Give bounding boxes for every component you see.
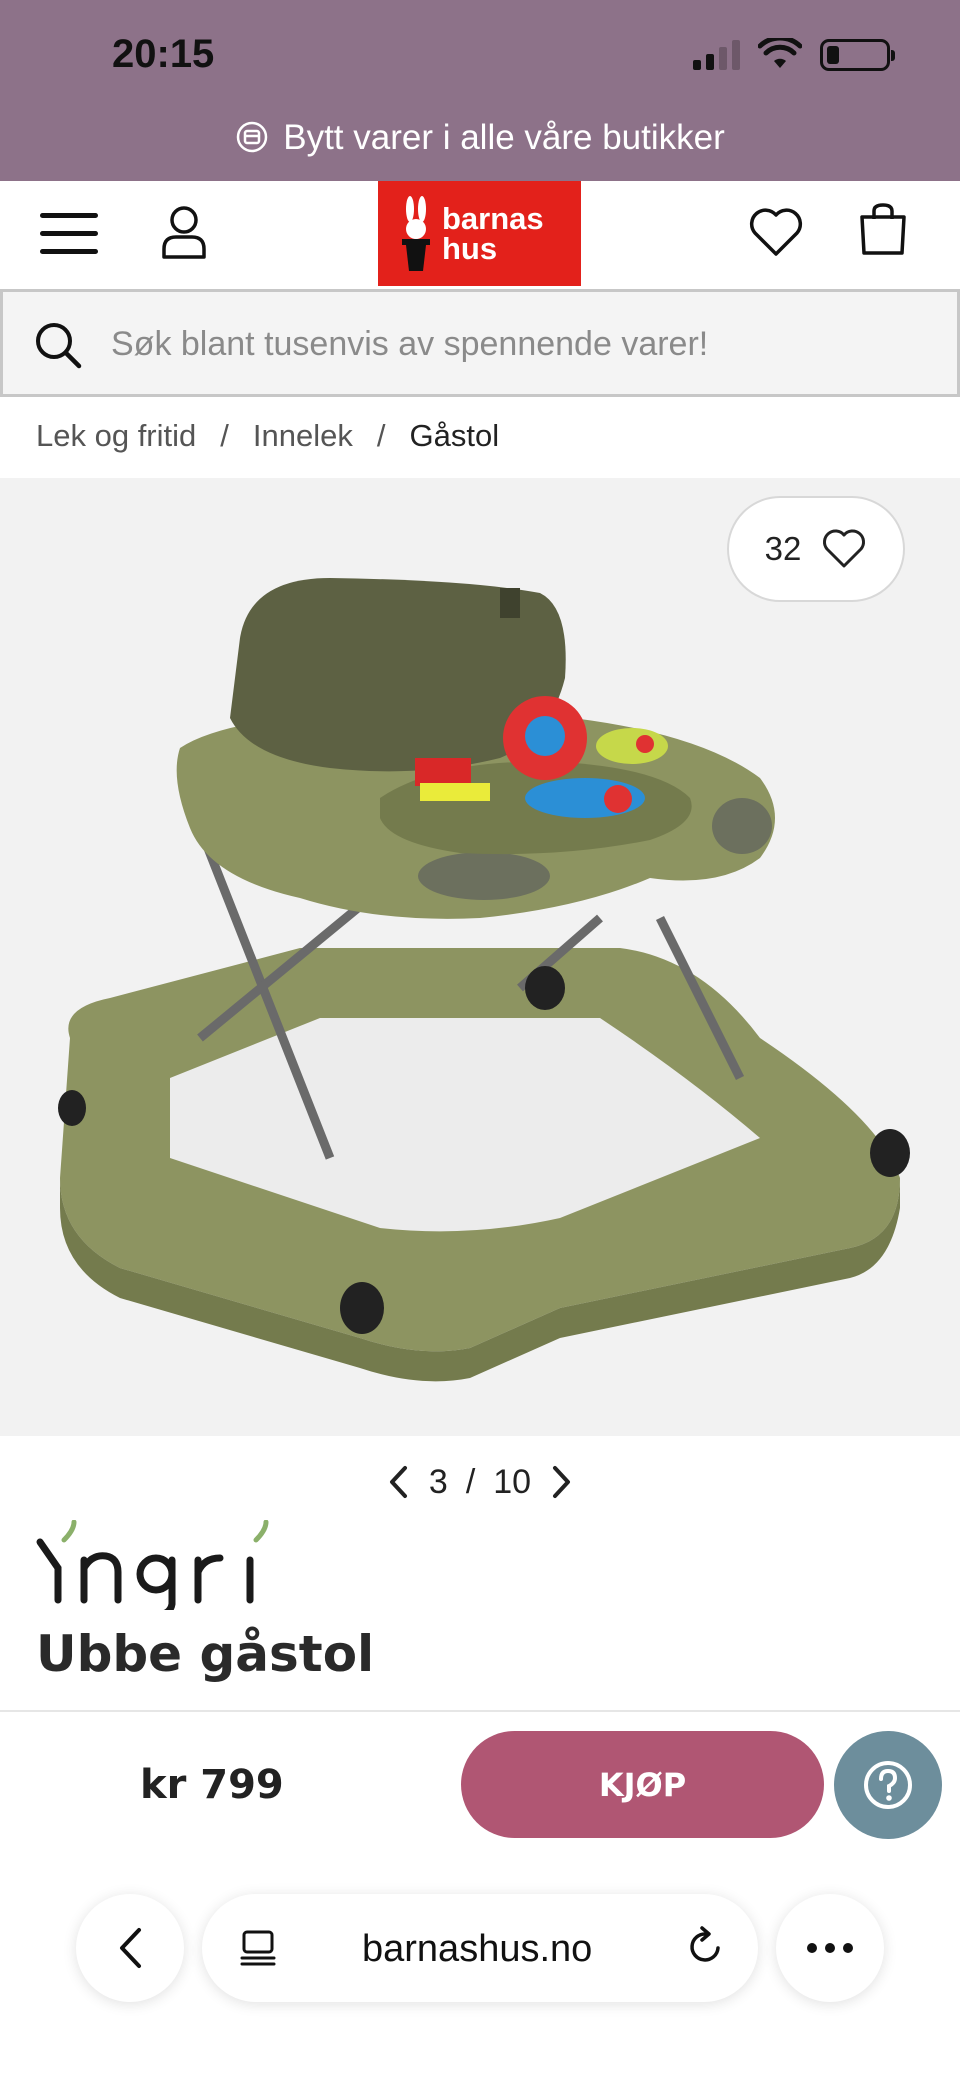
search-bar [0,289,960,397]
tabs-icon [240,1930,276,1966]
previous-image-chevron-left-icon[interactable] [385,1462,411,1502]
more-dots-icon [807,1943,853,1953]
breadcrumb-separator: / [376,418,386,453]
search-icon[interactable] [33,320,83,370]
product-title: Ubbe gåstol [36,1625,375,1683]
product-image-gallery[interactable]: 32 [0,478,960,1436]
wishlist-heart-icon[interactable] [748,206,804,258]
pager-separator: / [465,1462,476,1501]
browser-back-button[interactable] [76,1894,184,2002]
favorite-count: 32 [764,530,802,567]
heart-icon [823,529,866,568]
site-header: barnas hus [0,181,960,289]
top-banner: 20:15 Bytt varer i alle våre butikker [0,0,960,181]
promo-banner[interactable]: Bytt varer i alle våre butikker [0,118,960,158]
exchange-icon [236,121,268,152]
favorite-count-button[interactable]: 32 [727,496,905,602]
buy-button[interactable]: KJØP [461,1731,824,1838]
browser-toolbar: barnashus.no [0,1880,960,2077]
breadcrumb-separator: / [220,418,229,453]
wifi-icon [758,38,802,68]
yngri-brand-logo[interactable] [34,1520,274,1610]
cellular-signal-icon [693,40,740,70]
menu-icon[interactable] [40,213,98,257]
status-time: 20:15 [112,32,215,76]
breadcrumb: Lek og fritid / Innelek / Gåstol [36,418,499,454]
divider [0,1710,960,1712]
address-bar[interactable]: barnashus.no [202,1894,758,2002]
reload-icon[interactable] [684,1924,728,1968]
current-image-index: 3 [428,1462,448,1501]
user-account-icon[interactable] [160,203,208,261]
help-question-icon [864,1761,912,1809]
total-images: 10 [493,1462,532,1501]
image-pager: 3 / 10 [0,1462,960,1502]
rabbit-logo-icon [402,195,430,271]
breadcrumb-item-gastol: Gåstol [409,418,500,453]
url-text: barnashus.no [362,1928,593,1970]
product-image [58,578,910,1382]
breadcrumb-item-lek-og-fritid[interactable]: Lek og fritid [36,418,196,454]
battery-icon [820,39,895,71]
next-image-chevron-right-icon[interactable] [549,1462,575,1502]
product-price: kr 799 [140,1762,284,1808]
search-input[interactable] [111,316,931,372]
status-icons [693,38,895,72]
barnas-hus-logo[interactable]: barnas hus [378,181,581,286]
logo-text: barnas hus [442,200,544,266]
browser-more-button[interactable] [776,1894,884,2002]
chevron-left-icon [120,1928,141,1968]
promo-text: Bytt varer i alle våre butikker [283,118,725,157]
shopping-bag-icon[interactable] [858,201,908,257]
breadcrumb-item-innelek[interactable]: Innelek [253,418,353,454]
help-button[interactable] [834,1731,942,1839]
